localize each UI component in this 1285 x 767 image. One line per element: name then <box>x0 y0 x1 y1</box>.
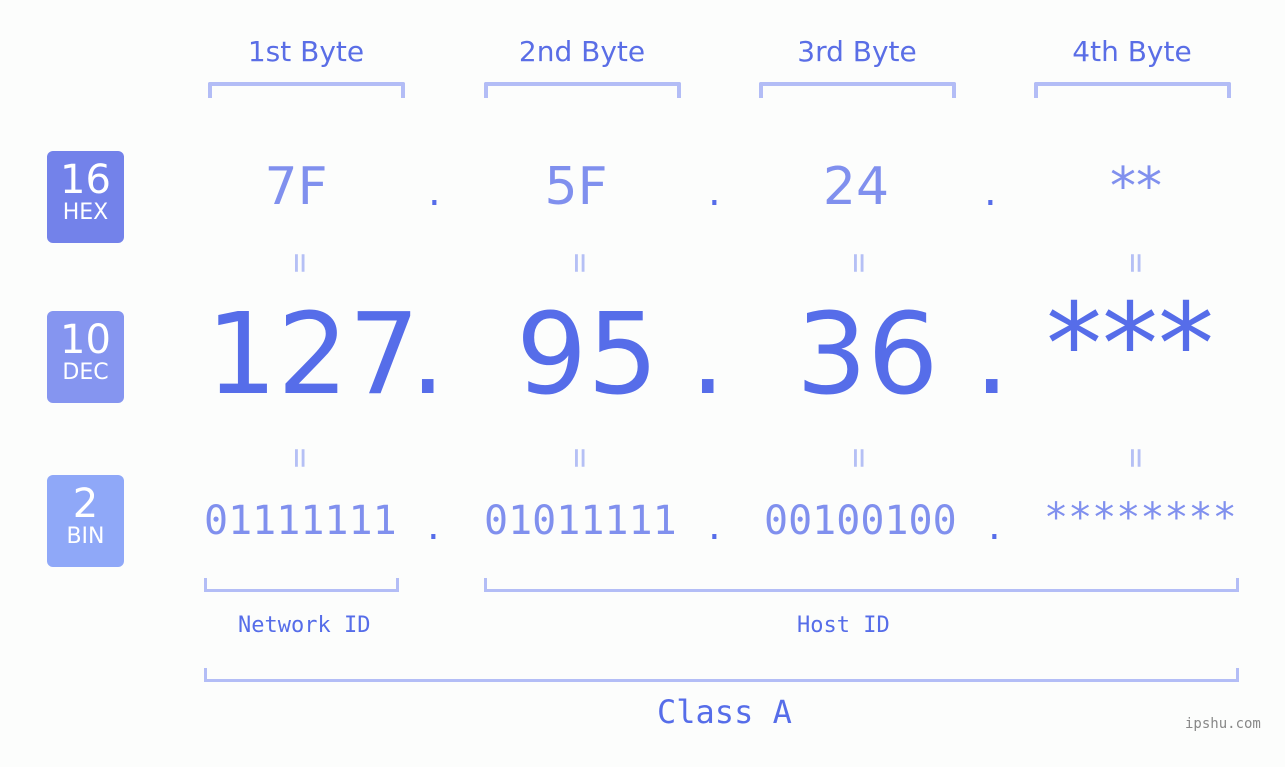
hex-separator-1: . <box>428 169 441 215</box>
bin-badge: 2 BIN <box>47 475 124 567</box>
equals-glyph: = <box>279 447 320 467</box>
bin-value-3: 00100100 <box>764 498 957 544</box>
watermark: ipshu.com <box>1185 716 1261 732</box>
dec-value-3: 36 <box>796 290 939 420</box>
hex-value-2: 5F <box>544 157 608 217</box>
hex-value-3: 24 <box>822 157 890 217</box>
hex-value-4: ** <box>1110 157 1162 217</box>
byte-header-1: 1st Byte <box>247 35 365 68</box>
equals-hex-dec-1: = <box>280 242 320 282</box>
equals-glyph: = <box>559 447 600 467</box>
byte-bracket-2 <box>484 82 681 98</box>
bin-base-number: 2 <box>72 481 99 527</box>
dec-value-2: 95 <box>516 290 659 420</box>
host-id-label: Host ID <box>797 613 890 638</box>
equals-hex-dec-2: = <box>560 242 600 282</box>
bin-value-2: 01011111 <box>484 498 677 544</box>
equals-glyph: = <box>1115 447 1156 467</box>
equals-dec-bin-3: = <box>839 437 879 477</box>
bin-separator-3: . <box>988 503 1001 549</box>
dec-value-1: 127 <box>206 290 420 420</box>
hex-base-label: HEX <box>62 200 109 225</box>
equals-hex-dec-4: = <box>1116 242 1156 282</box>
dec-base-number: 10 <box>60 317 111 363</box>
equals-glyph: = <box>1115 252 1156 272</box>
equals-glyph: = <box>838 447 879 467</box>
hex-base-number: 16 <box>60 157 111 203</box>
hex-badge: 16 HEX <box>47 151 124 243</box>
equals-dec-bin-1: = <box>280 437 320 477</box>
dec-separator-1: . <box>410 290 446 420</box>
hex-separator-2: . <box>708 169 721 215</box>
hex-value-1: 7F <box>264 157 328 217</box>
equals-glyph: = <box>838 252 879 272</box>
dec-value-4: *** <box>1046 280 1214 410</box>
class-label: Class A <box>657 693 792 731</box>
class-bracket <box>204 668 1239 682</box>
bin-separator-1: . <box>427 503 440 549</box>
dec-separator-3: . <box>974 290 1010 420</box>
dec-separator-2: . <box>690 290 726 420</box>
equals-hex-dec-3: = <box>839 242 879 282</box>
byte-header-2: 2nd Byte <box>518 35 646 68</box>
byte-header-3: 3rd Byte <box>797 35 917 68</box>
equals-glyph: = <box>559 252 600 272</box>
byte-bracket-1 <box>208 82 405 98</box>
byte-header-4: 4th Byte <box>1072 35 1192 68</box>
bin-value-4: ******** <box>1044 495 1237 541</box>
bin-separator-2: . <box>708 503 721 549</box>
byte-bracket-4 <box>1034 82 1231 98</box>
network-id-label: Network ID <box>238 613 371 638</box>
bin-value-1: 01111111 <box>204 498 397 544</box>
dec-base-label: DEC <box>62 360 109 385</box>
equals-glyph: = <box>279 252 320 272</box>
equals-dec-bin-4: = <box>1116 437 1156 477</box>
equals-dec-bin-2: = <box>560 437 600 477</box>
dec-badge: 10 DEC <box>47 311 124 403</box>
bin-base-label: BIN <box>66 524 105 549</box>
byte-bracket-3 <box>759 82 956 98</box>
hex-separator-3: . <box>984 169 997 215</box>
host-id-bracket <box>484 578 1239 592</box>
network-id-bracket <box>204 578 399 592</box>
